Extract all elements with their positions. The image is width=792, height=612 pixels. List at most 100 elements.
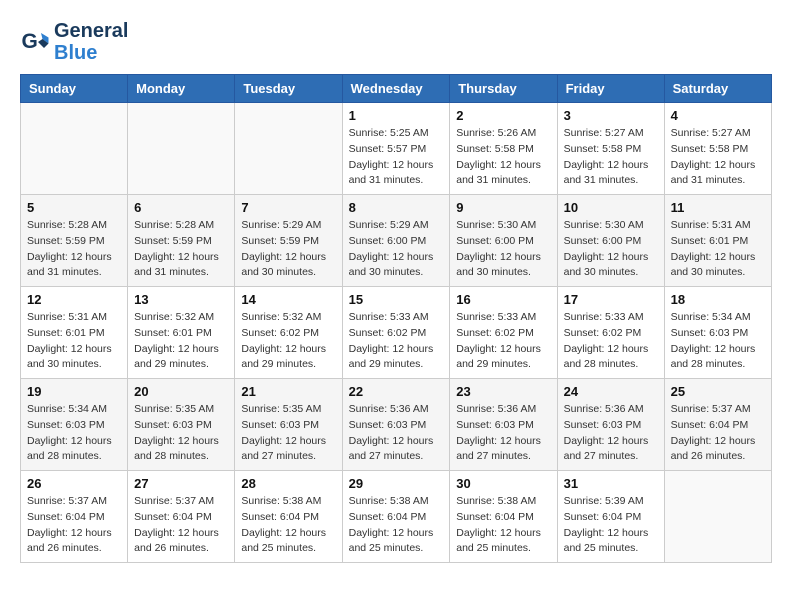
day-info: Sunrise: 5:37 AM Sunset: 6:04 PM Dayligh… — [671, 402, 765, 465]
page-header: G General Blue — [20, 20, 772, 64]
day-info: Sunrise: 5:27 AM Sunset: 5:58 PM Dayligh… — [671, 126, 765, 189]
day-number: 21 — [241, 384, 335, 399]
calendar-header-monday: Monday — [128, 75, 235, 103]
day-info: Sunrise: 5:34 AM Sunset: 6:03 PM Dayligh… — [27, 402, 121, 465]
day-info: Sunrise: 5:29 AM Sunset: 6:00 PM Dayligh… — [349, 218, 444, 281]
day-number: 20 — [134, 384, 228, 399]
day-info: Sunrise: 5:33 AM Sunset: 6:02 PM Dayligh… — [564, 310, 658, 373]
calendar-cell: 28 Sunrise: 5:38 AM Sunset: 6:04 PM Dayli… — [235, 471, 342, 563]
calendar-week-row: 1Sunrise: 5:25 AM Sunset: 5:57 PM Daylig… — [21, 103, 772, 195]
day-number: 25 — [671, 384, 765, 399]
calendar-cell — [128, 103, 235, 195]
day-number: 30 — [456, 476, 550, 491]
calendar-header-friday: Friday — [557, 75, 664, 103]
day-info: Sunrise: 5:27 AM Sunset: 5:58 PM Dayligh… — [564, 126, 658, 189]
day-number: 2 — [456, 108, 550, 123]
day-info: Sunrise: 5:28 AM Sunset: 5:59 PM Dayligh… — [134, 218, 228, 281]
calendar-cell: 25 Sunrise: 5:37 AM Sunset: 6:04 PM Dayli… — [664, 379, 771, 471]
day-number: 22 — [349, 384, 444, 399]
calendar-week-row: 19 Sunrise: 5:34 AM Sunset: 6:03 PM Dayli… — [21, 379, 772, 471]
day-number: 4 — [671, 108, 765, 123]
day-number: 29 — [349, 476, 444, 491]
calendar-header-row: SundayMondayTuesdayWednesdayThursdayFrid… — [21, 75, 772, 103]
calendar-cell: 6 Sunrise: 5:28 AM Sunset: 5:59 PM Daylig… — [128, 195, 235, 287]
day-number: 13 — [134, 292, 228, 307]
day-number: 16 — [456, 292, 550, 307]
day-info: Sunrise: 5:37 AM Sunset: 6:04 PM Dayligh… — [134, 494, 228, 557]
day-info: Sunrise: 5:38 AM Sunset: 6:04 PM Dayligh… — [241, 494, 335, 557]
calendar-cell — [664, 471, 771, 563]
day-number: 12 — [27, 292, 121, 307]
day-number: 23 — [456, 384, 550, 399]
calendar-cell: 17 Sunrise: 5:33 AM Sunset: 6:02 PM Dayli… — [557, 287, 664, 379]
day-info: Sunrise: 5:39 AM Sunset: 6:04 PM Dayligh… — [564, 494, 658, 557]
calendar-cell: 29 Sunrise: 5:38 AM Sunset: 6:04 PM Dayli… — [342, 471, 450, 563]
day-info: Sunrise: 5:29 AM Sunset: 5:59 PM Dayligh… — [241, 218, 335, 281]
calendar-cell: 2 Sunrise: 5:26 AM Sunset: 5:58 PM Daylig… — [450, 103, 557, 195]
day-number: 1 — [349, 108, 444, 123]
day-info: Sunrise: 5:38 AM Sunset: 6:04 PM Dayligh… — [349, 494, 444, 557]
day-info: Sunrise: 5:28 AM Sunset: 5:59 PM Dayligh… — [27, 218, 121, 281]
day-number: 24 — [564, 384, 658, 399]
day-number: 14 — [241, 292, 335, 307]
day-number: 8 — [349, 200, 444, 215]
day-info: Sunrise: 5:30 AM Sunset: 6:00 PM Dayligh… — [456, 218, 550, 281]
day-number: 28 — [241, 476, 335, 491]
calendar-cell: 31Sunrise: 5:39 AM Sunset: 6:04 PM Dayli… — [557, 471, 664, 563]
day-info: Sunrise: 5:34 AM Sunset: 6:03 PM Dayligh… — [671, 310, 765, 373]
day-info: Sunrise: 5:32 AM Sunset: 6:01 PM Dayligh… — [134, 310, 228, 373]
calendar-cell: 23Sunrise: 5:36 AM Sunset: 6:03 PM Dayli… — [450, 379, 557, 471]
logo-text-line2: Blue — [54, 42, 128, 64]
day-info: Sunrise: 5:33 AM Sunset: 6:02 PM Dayligh… — [349, 310, 444, 373]
day-number: 15 — [349, 292, 444, 307]
day-info: Sunrise: 5:30 AM Sunset: 6:00 PM Dayligh… — [564, 218, 658, 281]
logo: G General Blue — [20, 20, 128, 64]
day-info: Sunrise: 5:36 AM Sunset: 6:03 PM Dayligh… — [564, 402, 658, 465]
calendar-cell: 20 Sunrise: 5:35 AM Sunset: 6:03 PM Dayli… — [128, 379, 235, 471]
calendar-cell — [235, 103, 342, 195]
calendar-cell: 26 Sunrise: 5:37 AM Sunset: 6:04 PM Dayli… — [21, 471, 128, 563]
svg-text:G: G — [22, 30, 38, 53]
calendar-week-row: 12 Sunrise: 5:31 AM Sunset: 6:01 PM Dayli… — [21, 287, 772, 379]
day-number: 17 — [564, 292, 658, 307]
calendar-cell: 11Sunrise: 5:31 AM Sunset: 6:01 PM Dayli… — [664, 195, 771, 287]
calendar-cell: 22 Sunrise: 5:36 AM Sunset: 6:03 PM Dayli… — [342, 379, 450, 471]
day-number: 19 — [27, 384, 121, 399]
day-number: 27 — [134, 476, 228, 491]
day-info: Sunrise: 5:35 AM Sunset: 6:03 PM Dayligh… — [134, 402, 228, 465]
calendar-cell: 9 Sunrise: 5:30 AM Sunset: 6:00 PM Daylig… — [450, 195, 557, 287]
calendar-cell: 18 Sunrise: 5:34 AM Sunset: 6:03 PM Dayli… — [664, 287, 771, 379]
day-info: Sunrise: 5:33 AM Sunset: 6:02 PM Dayligh… — [456, 310, 550, 373]
logo-text-line1: General — [54, 20, 128, 42]
day-number: 18 — [671, 292, 765, 307]
day-info: Sunrise: 5:37 AM Sunset: 6:04 PM Dayligh… — [27, 494, 121, 557]
calendar-cell: 5 Sunrise: 5:28 AM Sunset: 5:59 PM Daylig… — [21, 195, 128, 287]
calendar-cell: 24 Sunrise: 5:36 AM Sunset: 6:03 PM Dayli… — [557, 379, 664, 471]
calendar-cell: 12 Sunrise: 5:31 AM Sunset: 6:01 PM Dayli… — [21, 287, 128, 379]
calendar-week-row: 26 Sunrise: 5:37 AM Sunset: 6:04 PM Dayli… — [21, 471, 772, 563]
day-number: 5 — [27, 200, 121, 215]
day-number: 3 — [564, 108, 658, 123]
calendar-cell: 30Sunrise: 5:38 AM Sunset: 6:04 PM Dayli… — [450, 471, 557, 563]
day-info: Sunrise: 5:36 AM Sunset: 6:03 PM Dayligh… — [349, 402, 444, 465]
calendar-cell: 27 Sunrise: 5:37 AM Sunset: 6:04 PM Dayli… — [128, 471, 235, 563]
day-number: 26 — [27, 476, 121, 491]
day-info: Sunrise: 5:35 AM Sunset: 6:03 PM Dayligh… — [241, 402, 335, 465]
calendar-cell: 19 Sunrise: 5:34 AM Sunset: 6:03 PM Dayli… — [21, 379, 128, 471]
calendar-header-thursday: Thursday — [450, 75, 557, 103]
calendar-cell: 1Sunrise: 5:25 AM Sunset: 5:57 PM Daylig… — [342, 103, 450, 195]
day-number: 6 — [134, 200, 228, 215]
calendar-cell: 15 Sunrise: 5:33 AM Sunset: 6:02 PM Dayli… — [342, 287, 450, 379]
calendar-cell: 10 Sunrise: 5:30 AM Sunset: 6:00 PM Dayli… — [557, 195, 664, 287]
calendar-header-sunday: Sunday — [21, 75, 128, 103]
day-number: 11 — [671, 200, 765, 215]
calendar-cell: 14Sunrise: 5:32 AM Sunset: 6:02 PM Dayli… — [235, 287, 342, 379]
calendar-cell: 3 Sunrise: 5:27 AM Sunset: 5:58 PM Daylig… — [557, 103, 664, 195]
day-number: 9 — [456, 200, 550, 215]
calendar-cell: 7Sunrise: 5:29 AM Sunset: 5:59 PM Daylig… — [235, 195, 342, 287]
day-number: 10 — [564, 200, 658, 215]
day-info: Sunrise: 5:31 AM Sunset: 6:01 PM Dayligh… — [27, 310, 121, 373]
day-info: Sunrise: 5:26 AM Sunset: 5:58 PM Dayligh… — [456, 126, 550, 189]
calendar-cell — [21, 103, 128, 195]
calendar-week-row: 5 Sunrise: 5:28 AM Sunset: 5:59 PM Daylig… — [21, 195, 772, 287]
